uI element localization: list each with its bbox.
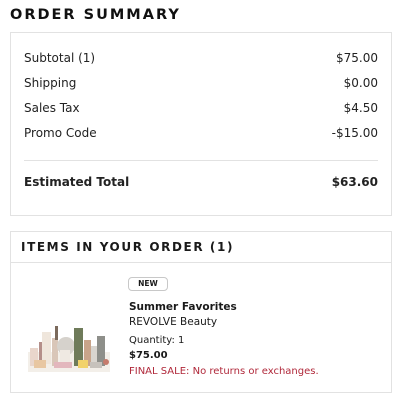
sales-tax-value: $4.50 — [343, 101, 378, 115]
new-badge: NEW — [128, 277, 168, 291]
quantity-label: Quantity: — [129, 335, 175, 346]
sales-tax-label: Sales Tax — [24, 101, 80, 115]
beauty-products-image[interactable] — [28, 322, 110, 372]
subtotal-value: $75.00 — [336, 51, 378, 65]
shipping-value: $0.00 — [343, 76, 378, 90]
product-brand: REVOLVE Beauty — [129, 316, 218, 328]
shipping-label: Shipping — [24, 76, 77, 90]
subtotal-label: Subtotal (1) — [24, 51, 96, 65]
quantity-value: 1 — [178, 335, 185, 346]
items-header: ITEMS IN YOUR ORDER (1) — [11, 232, 391, 263]
product-name[interactable]: Summer Favorites — [129, 301, 237, 313]
estimated-total-label: Estimated Total — [24, 175, 130, 189]
final-sale-notice: FINAL SALE: No returns or exchanges. — [129, 366, 319, 377]
order-summary-panel: Subtotal (1) $75.00 Shipping $0.00 Sales… — [10, 32, 392, 216]
promo-code-value: -$15.00 — [331, 126, 378, 140]
product-price: $75.00 — [129, 350, 168, 361]
order-items-panel: ITEMS IN YOUR ORDER (1) NEW Summer Favor… — [10, 231, 392, 393]
promo-code-label: Promo Code — [24, 126, 97, 140]
estimated-total-value: $63.60 — [331, 175, 378, 189]
product-quantity: Quantity: 1 — [129, 335, 184, 346]
items-title: ITEMS IN YOUR ORDER (1) — [21, 240, 235, 254]
page-title: ORDER SUMMARY — [10, 7, 181, 23]
summary-divider — [24, 160, 378, 161]
